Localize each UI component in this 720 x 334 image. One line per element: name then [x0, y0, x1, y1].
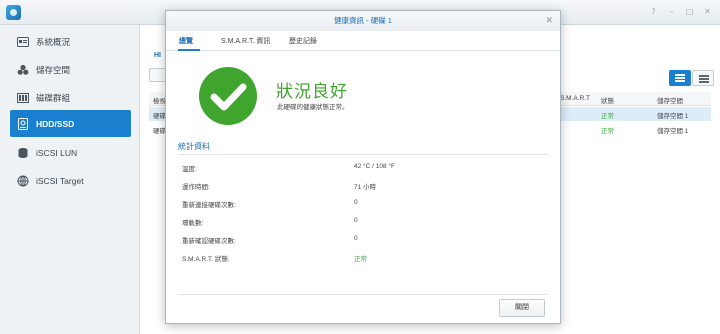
detail-view-icon: [699, 75, 709, 83]
sidebar-item-hdd-ssd[interactable]: HDD/SSD: [10, 110, 131, 137]
healthy-check-icon: [199, 67, 257, 125]
column-header[interactable]: 狀態: [601, 95, 614, 105]
column-header[interactable]: 儲存空間: [657, 95, 683, 105]
disk-group-icon: [17, 92, 29, 104]
sidebar-item-label: HDD/SSD: [36, 118, 75, 129]
sidebar-item-label: iSCSI Target: [36, 175, 84, 186]
health-status-subtitle: 此硬碟的健康狀態正常。: [277, 104, 349, 111]
stat-value-reconnect-count: 0: [354, 199, 358, 206]
sidebar-item-overview[interactable]: 系統概況: [10, 28, 131, 55]
stat-value-bad-sectors: 0: [354, 217, 358, 224]
target-icon: [17, 175, 29, 187]
tab-overview[interactable]: 總覽: [179, 36, 193, 46]
sidebar: 系統概況 儲存空間 磁碟群組 HDD/SSD iSCSI LUN iSCSI T…: [0, 25, 140, 334]
dialog-title: 健康資訊 - 硬碟 1: [334, 16, 392, 25]
sidebar-item-iscsi-lun[interactable]: iSCSI LUN: [10, 139, 131, 166]
sidebar-item-label: 系統概況: [36, 36, 71, 47]
section-divider: [178, 154, 548, 155]
help-icon[interactable]: ?: [649, 7, 658, 16]
stat-value-recheck-count: 0: [354, 235, 358, 242]
sidebar-item-storage-pool[interactable]: 儲存空間: [10, 56, 131, 83]
sidebar-item-label: 磁碟群組: [36, 92, 71, 103]
stat-label-smart-status: S.M.A.R.T. 狀態:: [182, 256, 230, 263]
stat-label-uptime: 運作時間:: [182, 184, 210, 191]
close-button[interactable]: 關閉: [499, 299, 545, 317]
stat-label-recheck-count: 重新確認硬碟次數:: [182, 238, 236, 245]
row-status: 正常: [601, 113, 614, 120]
tab-history[interactable]: 歷史記錄: [289, 36, 317, 46]
footer-divider: [178, 294, 548, 295]
dialog-title-bar: 健康資訊 - 硬碟 1 ✕: [166, 11, 560, 31]
column-header[interactable]: S.M.A.R.T: [560, 95, 590, 102]
overview-icon: [17, 36, 29, 48]
close-window-icon[interactable]: ✕: [703, 7, 712, 16]
window-controls: ? – □ ✕: [649, 7, 712, 16]
row-volume: 儲存空間 1: [657, 128, 689, 135]
close-icon[interactable]: ✕: [545, 11, 553, 31]
lun-icon: [17, 147, 29, 159]
row-volume: 儲存空間 1: [657, 113, 689, 120]
health-info-dialog: 健康資訊 - 硬碟 1 ✕ 總覽 S.M.A.R.T. 資訊 歷史記錄 狀況良好…: [165, 10, 561, 324]
storage-pool-icon: [17, 64, 29, 76]
active-tab-indicator: [178, 49, 200, 51]
stat-label-bad-sectors: 壞軌數:: [182, 220, 204, 227]
sidebar-item-iscsi-target[interactable]: iSCSI Target: [10, 167, 131, 194]
tab-smart-info[interactable]: S.M.A.R.T. 資訊: [221, 36, 270, 46]
dialog-tabs: 總覽 S.M.A.R.T. 資訊 歷史記錄: [166, 31, 560, 51]
sidebar-item-disk-group[interactable]: 磁碟群組: [10, 84, 131, 111]
minimize-icon[interactable]: –: [667, 7, 676, 16]
health-status-title: 狀況良好: [276, 82, 348, 101]
sidebar-item-label: iSCSI LUN: [36, 147, 78, 158]
stat-value-smart-status: 正常: [354, 256, 367, 263]
stat-label-temperature: 溫度:: [182, 166, 197, 173]
hdd-icon: [17, 117, 29, 130]
maximize-icon[interactable]: □: [685, 7, 694, 16]
row-status: 正常: [601, 128, 614, 135]
list-view-icon: [675, 74, 685, 82]
detail-view-button[interactable]: [692, 70, 714, 86]
app-logo-icon: [6, 5, 21, 20]
stat-value-temperature: 42 °C / 108 °F: [354, 163, 395, 170]
sidebar-item-label: 儲存空間: [36, 64, 71, 75]
statistics-heading: 統計資料: [178, 142, 210, 151]
content-tab[interactable]: HI: [154, 52, 161, 59]
stat-label-reconnect-count: 重新連接硬碟次數:: [182, 202, 236, 209]
stat-value-uptime: 71 小時: [354, 184, 377, 191]
list-view-button[interactable]: [669, 70, 691, 86]
